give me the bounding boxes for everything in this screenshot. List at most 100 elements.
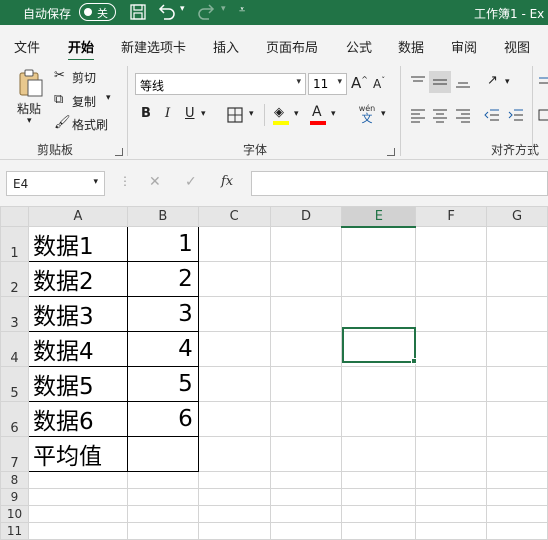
align-center-icon[interactable]: [432, 107, 448, 123]
cell[interactable]: [197, 488, 271, 506]
formula-bar-grip-icon[interactable]: ⋮: [119, 174, 131, 188]
copy-dropdown-icon[interactable]: ▾: [106, 93, 111, 103]
underline-dropdown-icon[interactable]: ▾: [201, 109, 206, 119]
cell[interactable]: [486, 226, 548, 262]
cell[interactable]: [486, 471, 548, 489]
merge-center-icon[interactable]: [538, 107, 548, 123]
cell[interactable]: [415, 436, 488, 472]
increase-indent-icon[interactable]: [508, 107, 524, 123]
tab-insert[interactable]: 插入: [213, 37, 239, 56]
cell[interactable]: [341, 401, 417, 437]
bold-button[interactable]: B: [141, 106, 151, 121]
copy-label[interactable]: 复制: [72, 93, 96, 110]
align-left-icon[interactable]: [410, 107, 426, 123]
cell-a[interactable]: 数据4: [27, 331, 128, 367]
row-header[interactable]: 5: [0, 366, 29, 402]
cut-label[interactable]: 剪切: [72, 69, 96, 86]
tab-home[interactable]: 开始: [68, 37, 95, 62]
cell[interactable]: [341, 226, 417, 262]
cell-a[interactable]: 数据6: [27, 401, 128, 437]
cell[interactable]: [197, 436, 271, 472]
orientation-dropdown-icon[interactable]: ▾: [505, 77, 510, 87]
tab-file[interactable]: 文件: [14, 37, 40, 56]
underline-button[interactable]: U: [185, 106, 195, 121]
cell[interactable]: [415, 366, 488, 402]
name-box[interactable]: E4 ▾: [6, 171, 105, 196]
cell[interactable]: [269, 331, 343, 367]
cell[interactable]: [269, 488, 343, 506]
cell[interactable]: [341, 505, 417, 523]
cancel-icon[interactable]: ✕: [149, 174, 161, 190]
font-color-dropdown-icon[interactable]: ▾: [331, 109, 336, 119]
fill-color-icon[interactable]: ◈: [274, 105, 284, 120]
cell[interactable]: [486, 366, 548, 402]
cell-b[interactable]: [126, 436, 199, 472]
column-header[interactable]: A: [27, 206, 128, 227]
phonetic-icon[interactable]: wén 文: [357, 105, 377, 125]
fill-color-dropdown-icon[interactable]: ▾: [294, 109, 299, 119]
formula-input[interactable]: [251, 171, 548, 196]
tab-formulas[interactable]: 公式: [346, 37, 372, 56]
cut-icon[interactable]: ✂: [54, 68, 65, 83]
tab-page-layout[interactable]: 页面布局: [266, 37, 318, 56]
cell[interactable]: [486, 296, 548, 332]
align-top-icon[interactable]: [410, 74, 426, 90]
cell[interactable]: [486, 488, 548, 506]
row-header[interactable]: 3: [0, 296, 29, 332]
undo-dropdown-icon[interactable]: ▾: [180, 4, 185, 14]
cell[interactable]: [269, 522, 343, 540]
cell[interactable]: [269, 296, 343, 332]
cell[interactable]: [486, 436, 548, 472]
cell[interactable]: [486, 261, 548, 297]
row-header[interactable]: 11: [0, 522, 29, 540]
redo-dropdown-icon[interactable]: ▾: [221, 4, 226, 14]
format-painter-label[interactable]: 格式刷: [72, 116, 108, 133]
cell-a[interactable]: [27, 488, 128, 506]
cell[interactable]: [269, 401, 343, 437]
align-bottom-icon[interactable]: [455, 74, 471, 90]
cell-b[interactable]: 1: [126, 226, 199, 262]
cell[interactable]: [415, 331, 488, 367]
cell[interactable]: [415, 471, 488, 489]
font-size-combo[interactable]: 11 ▾: [308, 73, 347, 95]
cell-a[interactable]: 数据1: [27, 226, 128, 262]
cell-grid[interactable]: A B C D E F G 1 数据1 1 2 数据2 2 3 数据3 3 4 数据4 4 5 数据5 5 6…: [0, 206, 548, 540]
cell[interactable]: [197, 226, 271, 262]
paste-icon[interactable]: [16, 68, 46, 98]
cell[interactable]: [197, 505, 271, 523]
phonetic-dropdown-icon[interactable]: ▾: [381, 109, 386, 119]
select-all-corner[interactable]: [0, 206, 29, 227]
cell[interactable]: [415, 401, 488, 437]
autosave-toggle[interactable]: 关: [79, 3, 116, 21]
cell[interactable]: [197, 522, 271, 540]
clipboard-launcher-icon[interactable]: [115, 148, 123, 156]
row-header[interactable]: 8: [0, 471, 29, 489]
cell[interactable]: [197, 401, 271, 437]
cell[interactable]: [197, 471, 271, 489]
cell-b[interactable]: 3: [126, 296, 199, 332]
cell[interactable]: [197, 331, 271, 367]
row-header[interactable]: 7: [0, 436, 29, 472]
worksheet-grid[interactable]: A B C D E F G 1 数据1 1 2 数据2 2 3 数据3 3 4 数据4 4 5 数据5 5 6…: [0, 206, 548, 540]
column-header[interactable]: F: [415, 206, 488, 227]
insert-function-icon[interactable]: fx: [221, 174, 233, 189]
cell[interactable]: [269, 471, 343, 489]
format-painter-icon[interactable]: 🖌: [54, 115, 71, 130]
cell-a[interactable]: 数据2: [27, 261, 128, 297]
orientation-icon[interactable]: ↗: [487, 73, 498, 88]
cell-a[interactable]: 平均值: [27, 436, 128, 472]
align-middle-button[interactable]: [429, 71, 451, 93]
cell-a[interactable]: [27, 471, 128, 489]
paste-dropdown-icon[interactable]: ▾: [27, 116, 32, 126]
copy-icon[interactable]: ⧉: [54, 92, 63, 107]
cell-a[interactable]: [27, 522, 128, 540]
save-icon[interactable]: [129, 3, 147, 21]
fill-handle[interactable]: [411, 358, 417, 364]
tab-review[interactable]: 审阅: [451, 37, 477, 56]
column-header[interactable]: C: [197, 206, 271, 227]
align-right-icon[interactable]: [455, 107, 471, 123]
undo-icon[interactable]: [156, 3, 176, 21]
cell[interactable]: [415, 261, 488, 297]
cell[interactable]: [341, 436, 417, 472]
row-header[interactable]: 9: [0, 488, 29, 506]
